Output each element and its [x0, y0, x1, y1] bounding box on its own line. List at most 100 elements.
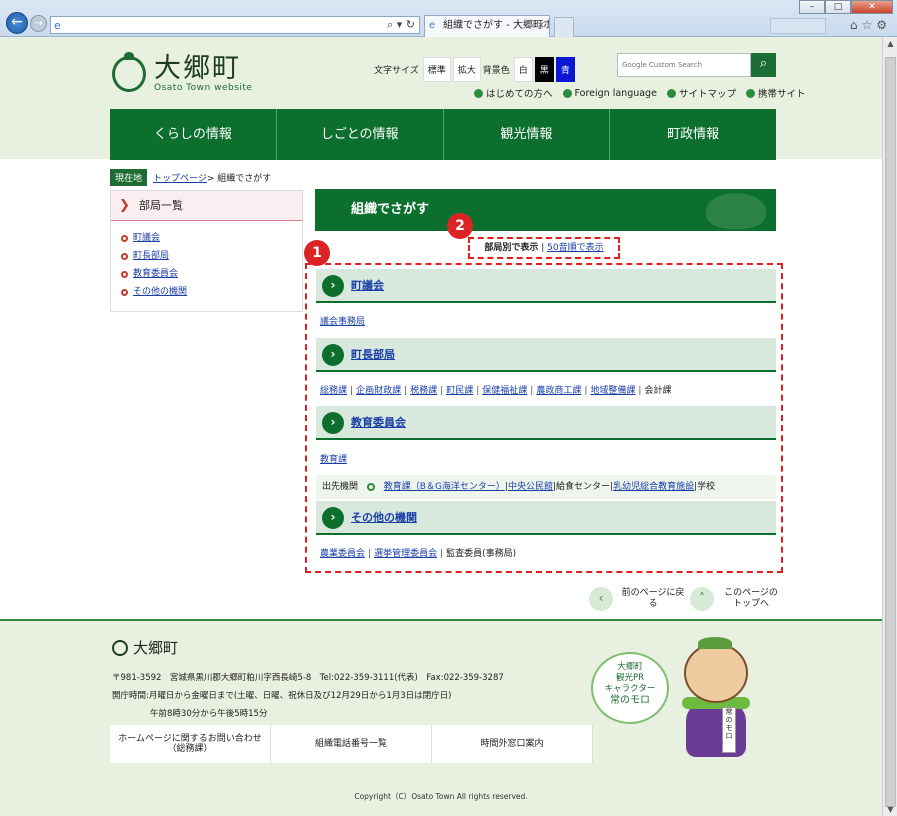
toolbar-icons[interactable]: ⌂☆⚙ [850, 18, 891, 32]
chevron-left-icon: ‹ [589, 587, 613, 611]
chevron-right-icon: › [322, 344, 344, 366]
sidebar: ❯ 部局一覧 町議会 町長部局 教育委員会 その他の機関 [110, 190, 303, 312]
dept-link[interactable]: 町民課 [446, 386, 473, 396]
dept-link[interactable]: 農政商工課 [536, 386, 581, 396]
footer: 大郷町 〒981-3592 宮城県黒川郡大郷町粕川字西長崎5-8 Tel:022… [0, 619, 882, 816]
chevron-right-icon: › [322, 275, 344, 297]
quick-link-foreign[interactable]: Foreign language [562, 86, 657, 100]
dept-link[interactable]: 総務課 [320, 386, 347, 396]
scroll-up-icon[interactable]: ▲ [883, 39, 897, 48]
bg-blue-button[interactable]: 青 [555, 57, 575, 82]
mascot-character-image: 常のモロ [676, 637, 758, 763]
back-button[interactable]: ← [6, 12, 28, 34]
gnav-government[interactable]: 町政情報 [610, 109, 776, 160]
chevron-down-icon: ❯ [119, 198, 130, 213]
annotation-badge-2: 2 [447, 213, 473, 239]
sidebar-item-council[interactable]: 町議会 [121, 229, 302, 247]
town-emblem-icon [112, 52, 146, 92]
toggle-by-kana[interactable]: 50音順で表示 [547, 243, 603, 253]
search-button[interactable]: ⌕ [751, 53, 776, 77]
arrow-dot-icon [666, 88, 676, 98]
arrow-dot-icon [562, 88, 572, 98]
section-title-link[interactable]: 教育委員会 [351, 406, 406, 440]
chevron-right-icon: › [322, 507, 344, 529]
section-links: 農業委員会 | 選挙管理委員会 | 監査委員(事務局) [320, 549, 517, 559]
page-top-link[interactable]: ˄ このページのトップへ [690, 587, 780, 611]
search-input[interactable] [617, 53, 751, 77]
breadcrumb: 現在地 トップページ > 組織でさがす [110, 169, 271, 186]
ghost-tab [770, 18, 826, 34]
section-links: 総務課 | 企画財政課 | 税務課 | 町民課 | 保健福祉課 | 農政商工課 | 地域整備課 | 会計課 [320, 386, 672, 396]
sidebar-item-other[interactable]: その他の機関 [121, 283, 302, 301]
footer-logo: 大郷町 [112, 637, 178, 658]
gnav-tourism[interactable]: 観光情報 [444, 109, 611, 160]
bullet-icon [121, 234, 128, 242]
section-council: › 町議会 [316, 269, 776, 303]
accessibility-tools: 文字サイズ 標準 拡大 背景色 白 黒 青 [374, 57, 577, 82]
close-window-button[interactable]: ✕ [851, 0, 893, 14]
breadcrumb-current: > 組織でさがす [206, 174, 272, 184]
dept-link[interactable]: 保健福祉課 [482, 386, 527, 396]
dept-link[interactable]: 教育課 [320, 455, 347, 465]
site-search: ⌕ [617, 53, 777, 77]
bg-white-button[interactable]: 白 [513, 57, 533, 82]
footer-address: 〒981-3592 宮城県黒川郡大郷町粕川字西長崎5-8 Tel:022-359… [112, 673, 504, 719]
branch-label: 出先機関 [322, 482, 359, 492]
ie-page-icon: e [54, 19, 61, 32]
site-title: 大郷町 [154, 53, 241, 84]
quick-link-first-time[interactable]: はじめての方へ [474, 86, 553, 100]
site-logo[interactable]: 大郷町 Osato Town website [112, 52, 253, 93]
quick-link-sitemap[interactable]: サイトマップ [666, 86, 736, 100]
text-size-label: 文字サイズ [374, 66, 419, 76]
sidebar-item-mayor[interactable]: 町長部局 [121, 247, 302, 265]
dept-link[interactable]: 選挙管理委員会 [374, 549, 437, 559]
scrollbar-thumb[interactable] [885, 57, 896, 807]
back-page-link[interactable]: ‹ 前のページに戻る [589, 587, 685, 611]
section-title-link[interactable]: 町長部局 [351, 338, 395, 372]
dept-link[interactable]: 農業委員会 [320, 549, 365, 559]
branch-link[interactable]: 教育課（B＆G海洋センター） [384, 482, 505, 492]
browser-tab-active[interactable]: e 組織でさがす - 大郷町ホ... × [424, 15, 550, 37]
dept-link[interactable]: 企画財政課 [356, 386, 401, 396]
section-links: 議会事務局 [320, 314, 365, 327]
arrow-dot-icon [474, 88, 483, 98]
sidebar-item-education[interactable]: 教育委員会 [121, 265, 302, 283]
search-icon: ⌕ [759, 56, 768, 71]
text-standard-button[interactable]: 標準 [422, 57, 451, 82]
vertical-scrollbar[interactable]: ▲ ▼ [882, 37, 897, 816]
arrow-dot-icon [745, 88, 755, 98]
maximize-button[interactable]: □ [825, 0, 851, 14]
address-bar[interactable]: e ⌕ ▾ ↻ [50, 16, 420, 34]
quick-link-mobile[interactable]: 携帯サイト [745, 86, 805, 100]
dept-link[interactable]: 議会事務局 [320, 317, 365, 327]
branch-link[interactable]: 乳幼児総合教育施設 [613, 482, 694, 492]
dept-link[interactable]: 税務課 [410, 386, 437, 396]
branch-link[interactable]: 中央公民館 [508, 482, 553, 492]
footer-contact-button[interactable]: ホームページに関するお問い合わせ（総務課） [110, 725, 271, 763]
browser-chrome: – □ ✕ ← → e ⌕ ▾ ↻ e 組織でさがす - 大郷町ホ... × ⌂… [0, 0, 897, 37]
bg-black-button[interactable]: 黒 [534, 57, 554, 82]
section-education: › 教育委員会 [316, 406, 776, 440]
section-links: 教育課 [320, 452, 347, 465]
scroll-down-icon[interactable]: ▼ [883, 805, 897, 814]
mascot-silhouette-icon [706, 193, 766, 229]
web-page: 大郷町 Osato Town website 文字サイズ 標準 拡大 背景色 白… [0, 37, 882, 816]
tab-close-icon[interactable]: × [537, 16, 545, 35]
gnav-living[interactable]: くらしの情報 [110, 109, 277, 160]
section-title-link[interactable]: その他の機関 [351, 501, 417, 535]
mascot-sash: 常のモロ [722, 707, 736, 753]
text-enlarge-button[interactable]: 拡大 [452, 57, 481, 82]
section-title-link[interactable]: 町議会 [351, 269, 384, 303]
site-subtitle: Osato Town website [154, 83, 253, 93]
forward-button[interactable]: → [30, 15, 47, 32]
gnav-work[interactable]: しごとの情報 [277, 109, 444, 160]
chevron-right-icon: › [322, 412, 344, 434]
copyright: Copyright（C）Osato Town All rights reserv… [354, 792, 528, 801]
minimize-button[interactable]: – [799, 0, 825, 14]
footer-phone-list-button[interactable]: 組織電話番号一覧 [271, 725, 432, 763]
dept-link[interactable]: 地域整備課 [590, 386, 635, 396]
search-refresh-icon[interactable]: ⌕ ▾ ↻ [387, 18, 415, 32]
footer-after-hours-button[interactable]: 時間外窓口案内 [432, 725, 593, 763]
breadcrumb-top-link[interactable]: トップページ [153, 171, 207, 184]
new-tab-button[interactable] [554, 17, 574, 37]
